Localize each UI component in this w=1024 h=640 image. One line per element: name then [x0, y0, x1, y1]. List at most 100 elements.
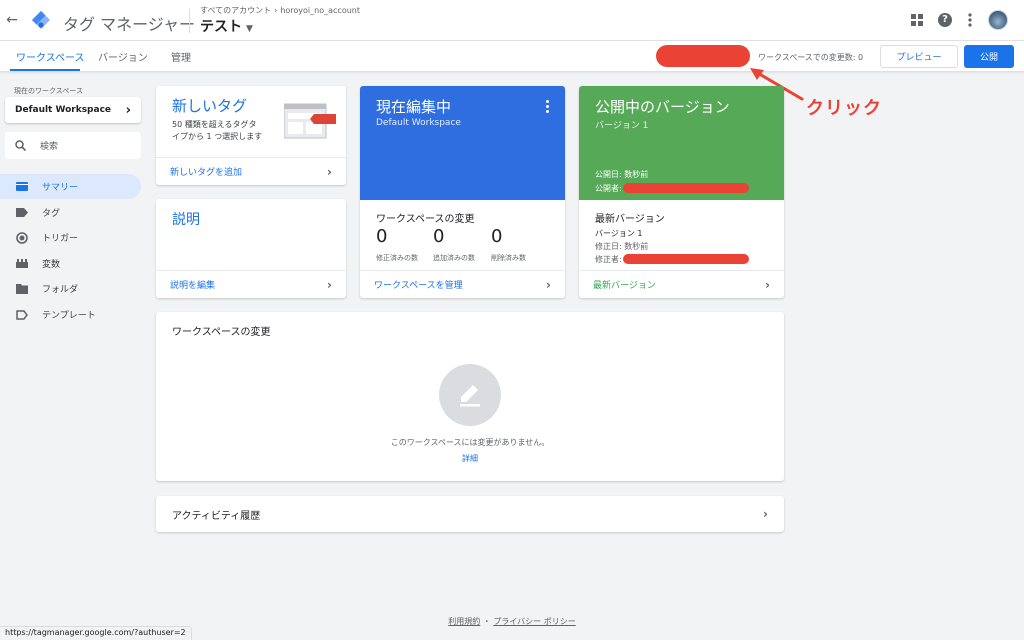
sidebar-item-label: テンプレート [42, 311, 96, 321]
modified-by: 修正者: [595, 255, 622, 264]
terms-link[interactable]: 利用規約 [448, 617, 480, 626]
deleted-count-label: 削除済み数 [491, 254, 526, 262]
description-title: 説明 [172, 212, 200, 228]
more-vert-icon[interactable] [961, 11, 979, 29]
preview-button[interactable]: プレビュー [880, 45, 958, 68]
deleted-count: 0 [491, 226, 503, 247]
edit-pencil-icon [439, 364, 501, 426]
breadcrumb-root[interactable]: すべてのアカウント [200, 6, 271, 15]
current-workspace-title: 現在編集中 [376, 98, 452, 116]
chevron-right-icon: › [125, 102, 131, 118]
published-date: 公開日: 数秒前 [595, 170, 649, 179]
new-tag-description: 50 種類を超えるタグタイプから 1 つ選択します [172, 120, 263, 141]
chevron-right-icon: › [765, 277, 770, 292]
search-placeholder: 検索 [40, 142, 59, 152]
app-title: タグ マネージャー [63, 15, 195, 34]
summary-icon [16, 181, 28, 193]
live-version-header: 公開中のバージョン バージョン 1 公開日: 数秒前 公開者: [579, 86, 784, 200]
manage-workspaces-label: ワークスペースを管理 [374, 281, 463, 291]
publish-button[interactable]: 公開 [964, 45, 1014, 68]
caret-down-icon: ▼ [246, 24, 253, 34]
header-divider [189, 9, 190, 33]
latest-version-label: 最新バージョン [593, 281, 656, 291]
latest-version-link[interactable]: 最新バージョン › [579, 270, 784, 298]
latest-version-number: バージョン 1 [595, 229, 643, 238]
more-vert-icon[interactable] [546, 100, 550, 115]
add-new-tag-link[interactable]: 新しいタグを追加 › [156, 157, 346, 185]
sidebar-item-label: フォルダ [42, 285, 79, 295]
workspace-changes-heading: ワークスペースの変更 [172, 327, 271, 338]
edit-description-link[interactable]: 説明を編集 › [156, 270, 346, 298]
gtm-logo-icon [32, 11, 50, 29]
added-count: 0 [433, 226, 445, 247]
workspace-changes-title: ワークスペースの変更 [376, 214, 475, 225]
sidebar-item-folders[interactable]: フォルダ [0, 276, 141, 301]
add-new-tag-label: 新しいタグを追加 [170, 168, 243, 178]
top-header: ← タグ マネージャー すべてのアカウント › horoyoi_no_account… [0, 0, 1024, 41]
description-card[interactable]: 説明 説明を編集 › [156, 199, 346, 298]
modified-count: 0 [376, 226, 388, 247]
redacted-modifier [623, 254, 749, 264]
container-selector[interactable]: テスト ▼ [200, 16, 253, 36]
live-version-card: 公開中のバージョン バージョン 1 公開日: 数秒前 公開者: 最新バージョン … [579, 86, 784, 298]
breadcrumb[interactable]: すべてのアカウント › horoyoi_no_account [200, 5, 360, 16]
empty-state-text: このワークスペースには変更がありません。 [390, 438, 550, 447]
workspace-selector[interactable]: Default Workspace › [5, 97, 141, 123]
sidebar-item-label: 変数 [42, 260, 61, 270]
redacted-publisher [623, 183, 749, 193]
tab-active-underline [10, 69, 80, 71]
search-input[interactable]: 検索 [5, 132, 141, 159]
breadcrumb-account[interactable]: horoyoi_no_account [280, 6, 360, 15]
details-link[interactable]: 詳細 [156, 453, 784, 464]
sidebar-item-templates[interactable]: テンプレート [0, 302, 141, 327]
live-version-title: 公開中のバージョン [595, 98, 730, 116]
current-workspace-name: Default Workspace [376, 118, 461, 128]
tab-admin[interactable]: 管理 [171, 49, 191, 64]
sidebar-item-variables[interactable]: 変数 [0, 251, 141, 276]
help-icon[interactable]: ? [936, 11, 954, 29]
activity-history-card[interactable]: アクティビティ履歴 › [156, 496, 784, 532]
new-tag-illustration-icon [284, 103, 336, 139]
workspace-label: 現在のワークスペース [14, 87, 83, 95]
added-count-label: 追加済みの数 [433, 254, 475, 262]
sidebar-item-label: サマリー [42, 183, 79, 193]
workspace-changes-card: ワークスペースの変更 このワークスペースには変更がありません。 詳細 [156, 312, 784, 481]
tab-workspace[interactable]: ワークスペース [16, 49, 85, 64]
avatar[interactable] [988, 10, 1008, 30]
chevron-right-icon: › [327, 164, 332, 179]
chevron-right-icon: › [327, 277, 332, 292]
modified-count-label: 修正済みの数 [376, 254, 418, 262]
annotation-label: クリック [806, 98, 882, 119]
search-icon [15, 140, 26, 151]
status-bar-url: https://tagmanager.google.com/?authuser=… [0, 626, 192, 640]
back-arrow-icon[interactable]: ← [4, 10, 20, 30]
published-by: 公開者: [595, 184, 622, 193]
modified-date: 修正日: 数秒前 [595, 242, 649, 251]
current-workspace-card: 現在編集中 Default Workspace ワークスペースの変更 0 0 0… [360, 86, 565, 298]
apps-grid-icon[interactable] [908, 11, 926, 29]
new-tag-title: 新しいタグ [172, 97, 248, 115]
breadcrumb-arrow-icon: › [274, 6, 278, 15]
latest-version-title: 最新バージョン [595, 214, 665, 225]
chevron-right-icon: › [546, 277, 551, 292]
activity-history-title: アクティビティ履歴 [172, 510, 261, 522]
template-icon [16, 309, 28, 321]
redacted-element [656, 45, 750, 67]
sidebar-item-summary[interactable]: サマリー [0, 174, 141, 199]
details-link-label[interactable]: 詳細 [462, 454, 478, 463]
tab-versions[interactable]: バージョン [98, 49, 148, 64]
footer-separator: ・ [482, 617, 491, 626]
live-version-number: バージョン 1 [595, 121, 649, 131]
container-name: テスト [200, 19, 242, 35]
sidebar-item-label: タグ [42, 209, 61, 219]
sidebar-item-triggers[interactable]: トリガー [0, 225, 141, 250]
folder-icon [16, 283, 28, 295]
tag-icon [16, 207, 28, 219]
privacy-link[interactable]: プライバシー ポリシー [493, 617, 575, 626]
chevron-right-icon: › [763, 507, 768, 521]
current-workspace-header: 現在編集中 Default Workspace [360, 86, 565, 200]
workspace-selector-value: Default Workspace [15, 105, 112, 115]
manage-workspaces-link[interactable]: ワークスペースを管理 › [360, 270, 565, 298]
edit-description-label: 説明を編集 [170, 281, 216, 291]
sidebar-item-tags[interactable]: タグ [0, 200, 141, 225]
